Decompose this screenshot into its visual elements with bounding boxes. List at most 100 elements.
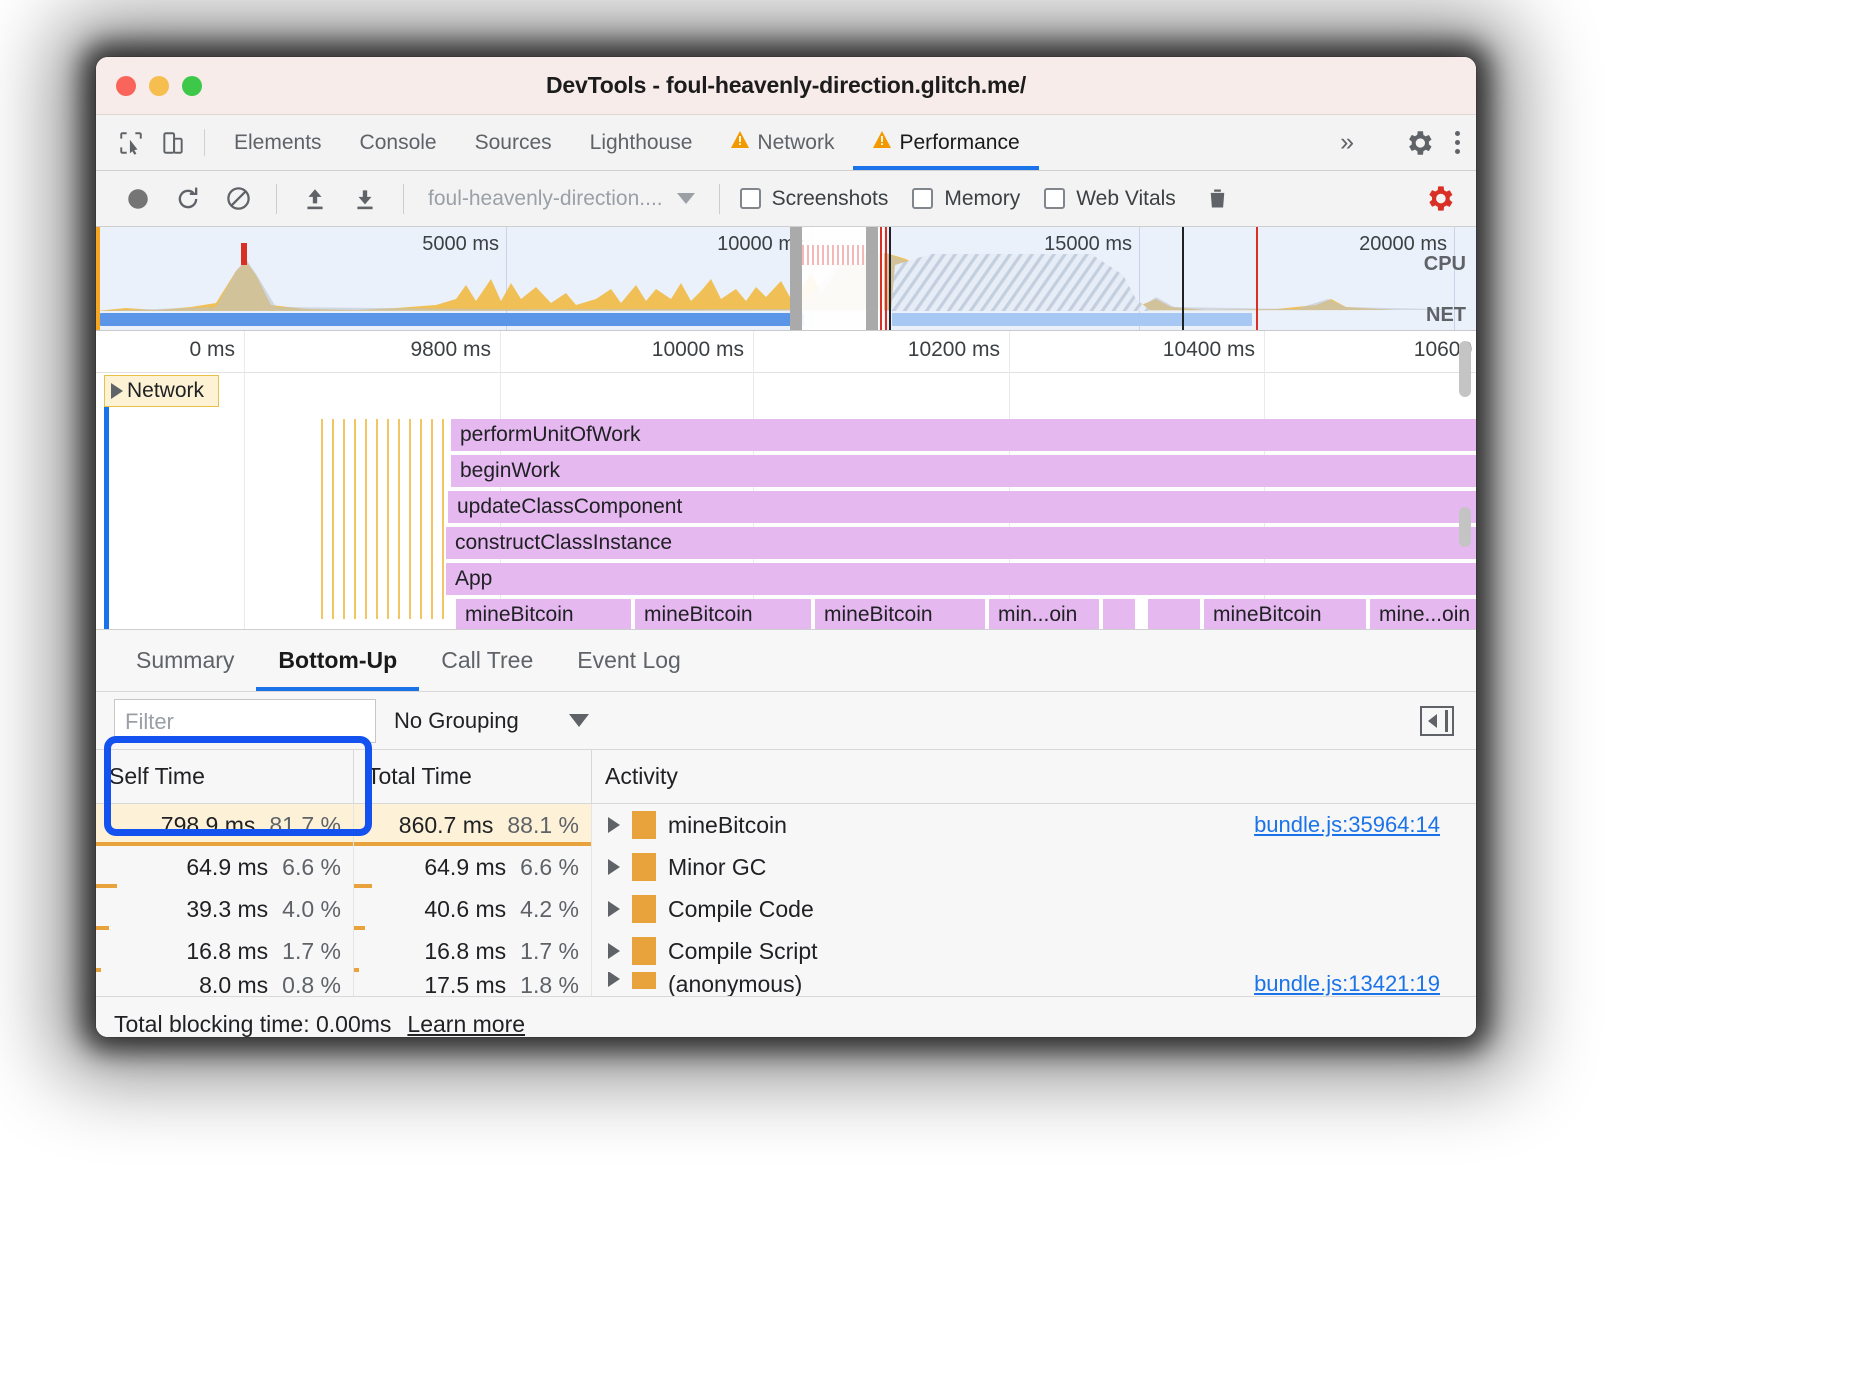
tab-summary[interactable]: Summary bbox=[114, 630, 256, 691]
tab-performance[interactable]: Performance bbox=[853, 115, 1039, 170]
checkbox-box[interactable] bbox=[912, 188, 934, 209]
flame-scrollbar-thumb[interactable] bbox=[1459, 507, 1471, 547]
flame-bar-label: beginWork bbox=[460, 459, 560, 482]
zoom-window-button[interactable] bbox=[182, 75, 202, 96]
flame-row[interactable]: performUnitOfWork bbox=[96, 419, 1476, 453]
flame-bar-constructClassInstance[interactable]: constructClassInstance bbox=[446, 527, 1476, 559]
column-header-self-time[interactable]: Self Time bbox=[96, 750, 354, 803]
grouping-select[interactable]: No Grouping bbox=[394, 708, 589, 734]
gear-icon[interactable] bbox=[1391, 127, 1447, 159]
web-vitals-checkbox[interactable]: Web Vitals bbox=[1044, 187, 1176, 211]
column-header-total-time[interactable]: Total Time bbox=[354, 750, 592, 803]
trash-icon[interactable] bbox=[1204, 185, 1231, 212]
load-profile-button[interactable] bbox=[291, 177, 339, 221]
source-link[interactable]: bundle.js:35964:14 bbox=[1254, 812, 1440, 838]
kebab-menu-icon[interactable] bbox=[1447, 131, 1476, 154]
tab-sources[interactable]: Sources bbox=[456, 115, 571, 170]
reload-and-profile-button[interactable] bbox=[164, 177, 212, 221]
activity-color-swatch bbox=[632, 937, 656, 965]
activity-name: Compile Code bbox=[668, 895, 814, 922]
checkbox-box[interactable] bbox=[739, 188, 761, 209]
inspect-element-icon[interactable] bbox=[110, 115, 152, 170]
table-row[interactable]: 16.8 ms 1.7 % 16.8 ms 1.7 % Compile Scri… bbox=[96, 930, 1476, 972]
memory-checkbox[interactable]: Memory bbox=[912, 187, 1020, 211]
cell-self-time: 798.9 ms 81.7 % bbox=[96, 804, 354, 846]
selection-handle-right[interactable] bbox=[866, 227, 878, 330]
flame-bar-performUnitOfWork[interactable]: performUnitOfWork bbox=[451, 419, 1476, 451]
tab-lighthouse[interactable]: Lighthouse bbox=[571, 115, 712, 170]
screenshots-checkbox[interactable]: Screenshots bbox=[739, 187, 888, 211]
minimize-window-button[interactable] bbox=[149, 75, 169, 96]
flame-bar-beginWork[interactable]: beginWork bbox=[451, 455, 1476, 487]
flame-row[interactable]: App bbox=[96, 563, 1476, 597]
column-header-activity[interactable]: Activity bbox=[592, 750, 1476, 803]
learn-more-link[interactable]: Learn more bbox=[407, 1011, 525, 1037]
flame-row[interactable]: constructClassInstance bbox=[96, 527, 1476, 561]
flame-bar-label: constructClassInstance bbox=[455, 531, 673, 554]
cell-activity: Compile Code bbox=[592, 895, 1476, 923]
table-row[interactable]: 8.0 ms 0.8 % 17.5 ms 1.8 % (anonymous) b… bbox=[96, 972, 1476, 996]
clear-recording-button[interactable] bbox=[214, 177, 262, 221]
total-time-value: 17.5 ms bbox=[424, 972, 507, 996]
save-profile-button[interactable] bbox=[341, 177, 389, 221]
cell-self-time: 64.9 ms 6.6 % bbox=[96, 846, 354, 888]
table-row[interactable]: 798.9 ms 81.7 % 860.7 ms 88.1 % mineBitc… bbox=[96, 804, 1476, 846]
flame-bar-mineBitcoin[interactable]: mineBitcoin bbox=[456, 599, 631, 629]
self-time-value: 39.3 ms bbox=[186, 895, 269, 922]
record-button[interactable] bbox=[114, 177, 162, 221]
table-row[interactable]: 64.9 ms 6.6 % 64.9 ms 6.6 % Minor GC bbox=[96, 846, 1476, 888]
flame-row[interactable]: beginWork bbox=[96, 455, 1476, 489]
flame-bar-mineBitcoin-truncated[interactable]: mine...oin bbox=[1370, 599, 1476, 629]
selection-handle-left[interactable] bbox=[790, 227, 802, 330]
source-link[interactable]: bundle.js:13421:19 bbox=[1254, 972, 1440, 996]
web-vitals-label: Web Vitals bbox=[1076, 186, 1176, 210]
tab-console[interactable]: Console bbox=[341, 115, 456, 170]
flame-bar-small[interactable] bbox=[1148, 599, 1200, 629]
timeline-overview[interactable]: 5000 ms 10000 ms 15000 ms 20000 ms CPU N… bbox=[96, 227, 1476, 331]
timing-marker-red bbox=[1256, 227, 1258, 330]
flame-chart[interactable]: 0 ms 9800 ms 10000 ms 10200 ms 10400 ms … bbox=[96, 331, 1476, 629]
tab-event-log[interactable]: Event Log bbox=[555, 630, 703, 691]
window-controls[interactable] bbox=[116, 75, 202, 96]
cell-total-time: 40.6 ms 4.2 % bbox=[354, 888, 592, 930]
flame-bar-updateClassComponent[interactable]: updateClassComponent bbox=[448, 491, 1476, 523]
flame-row-mineBitcoin[interactable]: mineBitcoin mineBitcoin mineBitcoin min.… bbox=[96, 599, 1476, 629]
tab-bottom-up[interactable]: Bottom-Up bbox=[256, 630, 420, 691]
grouping-label: No Grouping bbox=[394, 707, 519, 733]
show-sidebar-icon[interactable] bbox=[1420, 705, 1454, 736]
total-time-percent: 4.2 % bbox=[520, 895, 579, 922]
flame-bar-mineBitcoin[interactable]: mineBitcoin bbox=[635, 599, 811, 629]
network-track-group[interactable]: Network bbox=[104, 375, 220, 407]
checkbox-box[interactable] bbox=[1044, 188, 1066, 209]
capture-settings-gear-icon[interactable] bbox=[1423, 182, 1456, 215]
table-row[interactable]: 39.3 ms 4.0 % 40.6 ms 4.2 % Compile Code bbox=[96, 888, 1476, 930]
flame-tick-label: 10000 ms bbox=[651, 338, 744, 361]
cell-total-time: 17.5 ms 1.8 % bbox=[354, 972, 592, 996]
chevron-right-icon[interactable] bbox=[111, 383, 123, 399]
filter-input[interactable]: Filter bbox=[114, 698, 376, 743]
flame-bar-App[interactable]: App bbox=[446, 563, 1476, 595]
chevron-right-icon[interactable] bbox=[608, 817, 620, 833]
chevron-right-icon[interactable] bbox=[608, 972, 620, 987]
flame-tick-label: 9800 ms bbox=[410, 338, 491, 361]
device-toolbar-icon[interactable] bbox=[152, 115, 194, 170]
flame-bar-mineBitcoin-truncated[interactable]: min...oin bbox=[989, 599, 1099, 629]
chevron-right-icon[interactable] bbox=[608, 859, 620, 875]
target-page-select[interactable]: foul-heavenly-direction.... bbox=[418, 187, 705, 211]
more-tabs-button[interactable]: » bbox=[1324, 128, 1370, 157]
flame-bar-label: App bbox=[455, 567, 493, 590]
cell-activity: (anonymous) bundle.js:13421:19 bbox=[592, 972, 1476, 996]
chevron-right-icon[interactable] bbox=[608, 943, 620, 959]
flame-bar-small[interactable] bbox=[1103, 599, 1135, 629]
flame-scrollbar-thumb-top[interactable] bbox=[1459, 341, 1471, 397]
filter-toolbar: Filter No Grouping bbox=[96, 692, 1476, 750]
tab-call-tree[interactable]: Call Tree bbox=[419, 630, 555, 691]
flame-bar-mineBitcoin[interactable]: mineBitcoin bbox=[815, 599, 985, 629]
tab-network[interactable]: Network bbox=[711, 115, 853, 170]
flame-row[interactable]: updateClassComponent bbox=[96, 491, 1476, 525]
tab-elements[interactable]: Elements bbox=[215, 115, 341, 170]
close-window-button[interactable] bbox=[116, 75, 136, 96]
flame-bar-mineBitcoin[interactable]: mineBitcoin bbox=[1204, 599, 1366, 629]
chevron-right-icon[interactable] bbox=[608, 901, 620, 917]
tab-network-label: Network bbox=[757, 130, 835, 154]
